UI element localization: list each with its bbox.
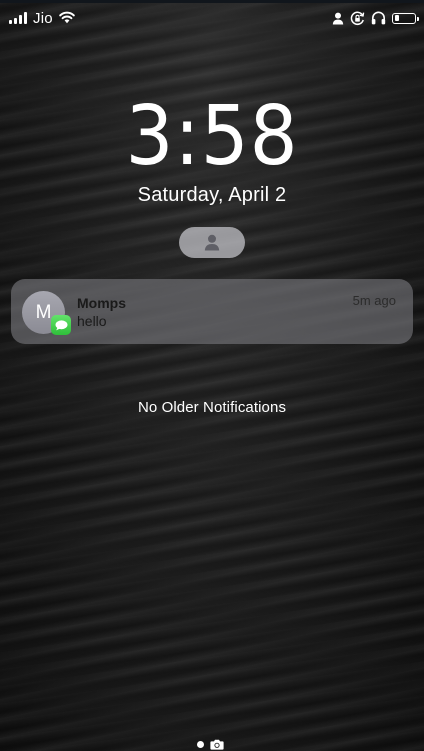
bottom-page-indicator	[197, 739, 224, 750]
carrier-name: Jio	[33, 10, 53, 27]
user-profile-button[interactable]	[179, 227, 245, 258]
battery-level	[394, 15, 400, 21]
status-right-group	[332, 10, 419, 26]
message-notification[interactable]: M Momps hello 5m ago	[11, 279, 413, 344]
signal-icon	[9, 12, 29, 24]
headphones-icon	[371, 11, 386, 25]
no-older-notifications-label: No Older Notifications	[137, 399, 287, 416]
person-icon	[332, 12, 344, 24]
status-bar: Jio	[0, 0, 424, 38]
notification-sender: Momps	[77, 295, 126, 311]
notification-message: hello	[77, 313, 107, 329]
wifi-icon	[59, 11, 75, 24]
notification-time: 5m ago	[352, 293, 396, 308]
lock-screen-date: Saturday, April 2	[137, 184, 287, 206]
battery-icon	[392, 12, 419, 24]
camera-icon[interactable]	[210, 739, 224, 750]
page-dot	[197, 741, 204, 748]
orientation-lock-icon	[350, 11, 365, 25]
user-icon	[204, 234, 220, 251]
messages-icon	[51, 315, 71, 335]
avatar-initial: M	[35, 301, 52, 323]
lock-screen-clock: 3:58	[125, 89, 299, 184]
